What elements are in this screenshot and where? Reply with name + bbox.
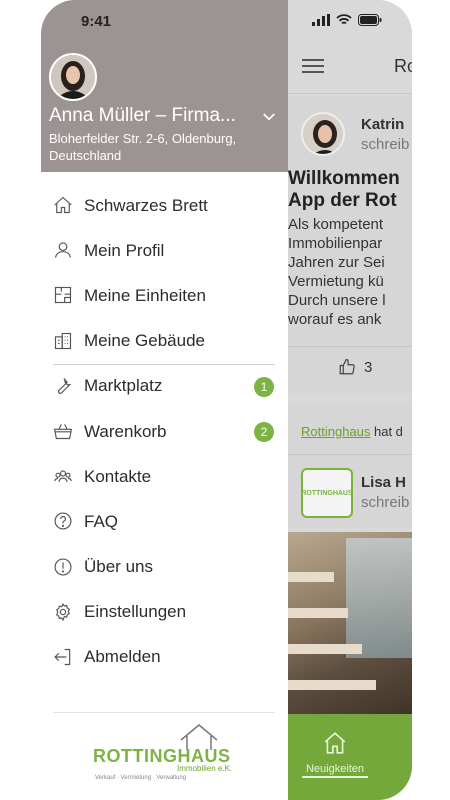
menu-item-mein-profil[interactable]: Mein Profil	[41, 228, 288, 273]
post-title-line: App der Rot	[288, 190, 397, 211]
post-author: Lisa H	[361, 474, 407, 491]
footer-divider	[53, 712, 275, 713]
count-badge: 2	[254, 421, 274, 442]
info-icon	[54, 558, 72, 575]
bottom-tab-bar: Neuigkeiten	[288, 714, 412, 800]
company-logo: ROTTINGHAUS Immobilien e.K. Verkauf · Ve…	[93, 722, 232, 782]
menu-item-label: Über uns	[84, 557, 153, 577]
building-icon	[54, 332, 72, 349]
activity-text: hat d	[370, 424, 403, 439]
logout-icon	[54, 648, 71, 665]
status-icons	[312, 14, 382, 26]
contacts-icon	[54, 470, 72, 483]
activity-note: Rottinghaus hat d	[301, 424, 403, 439]
menu-item-ueber-uns[interactable]: Über uns	[41, 545, 288, 590]
menu-item-faq[interactable]: FAQ	[41, 499, 288, 544]
post-body-line: Immobilienpar	[288, 235, 383, 252]
menu-item-meine-einheiten[interactable]: Meine Einheiten	[41, 273, 288, 318]
post-card[interactable]: Rottinghaus hat d ROTTINGHAUS Lisa H sch…	[288, 402, 412, 528]
post-body-line: Als kompetent	[288, 216, 384, 233]
post-body: Als kompetent Immobilienpar Jahren zur S…	[288, 215, 386, 329]
hamburger-menu-icon[interactable]	[302, 59, 324, 73]
phone-frame: Ro Katrin schreib Willkommen App der Rot…	[41, 0, 412, 800]
post-body-line: Durch unsere l	[288, 292, 386, 309]
tab-label: Neuigkeiten	[305, 763, 365, 775]
post-body-line: Vermietung kü	[288, 273, 384, 290]
drawer-header: 9:41 Anna Müller – Firma... Bloherfelder…	[41, 0, 288, 172]
menu-item-label: Warenkorb	[84, 421, 167, 441]
wifi-icon	[336, 14, 352, 25]
post-author: Katrin	[361, 116, 405, 133]
drawer-menu: Schwarzes Brett Mein Profil Meine Einhei…	[41, 183, 288, 680]
menu-item-label: Meine Gebäude	[84, 331, 205, 351]
like-count: 3	[364, 358, 373, 376]
logo-subtitle: Immobilien e.K.	[177, 764, 233, 773]
question-icon	[54, 512, 72, 530]
activity-link[interactable]: Rottinghaus	[301, 424, 370, 439]
post-body-line: worauf es ank	[288, 311, 382, 328]
count-badge: 1	[254, 376, 274, 397]
post-image	[288, 532, 412, 714]
menu-item-label: FAQ	[84, 511, 119, 531]
menu-item-warenkorb[interactable]: Warenkorb 2	[41, 409, 288, 454]
menu-item-abmelden[interactable]: Abmelden	[41, 635, 288, 680]
menu-item-kontakte[interactable]: Kontakte	[41, 454, 288, 499]
signal-icon	[312, 14, 330, 26]
menu-item-label: Kontakte	[84, 466, 152, 486]
menu-item-einstellungen[interactable]: Einstellungen	[41, 590, 288, 635]
menu-item-label: Einstellungen	[84, 602, 187, 622]
menu-item-label: Mein Profil	[84, 240, 165, 260]
menu-item-label: Schwarzes Brett	[84, 195, 208, 215]
post-title-line: Willkommen	[288, 168, 400, 189]
divider	[288, 454, 412, 455]
user-address: Bloherfelder Str. 2-6, Oldenburg, Deutsc…	[49, 131, 237, 163]
top-bar: Ro	[288, 42, 412, 94]
user-avatar[interactable]	[49, 53, 97, 101]
navigation-drawer: 9:41 Anna Müller – Firma... Bloherfelder…	[41, 0, 288, 800]
company-logo-text: ROTTINGHAUS	[301, 489, 353, 497]
post-title: Willkommen App der Rot	[288, 168, 400, 212]
home-icon	[324, 732, 346, 754]
menu-item-marktplatz[interactable]: Marktplatz 1	[41, 364, 288, 409]
battery-icon	[358, 14, 382, 26]
menu-item-label: Abmelden	[84, 647, 161, 667]
menu-item-label: Meine Einheiten	[84, 285, 206, 305]
thumbs-up-icon	[339, 358, 355, 375]
author-avatar	[301, 112, 345, 156]
home-icon	[54, 196, 72, 214]
post-card[interactable]: Katrin schreib Willkommen App der Rot Al…	[288, 96, 412, 394]
chevron-down-icon[interactable]	[260, 108, 278, 126]
user-icon	[54, 242, 72, 258]
page-title: Ro	[394, 56, 412, 76]
background-app: Ro Katrin schreib Willkommen App der Rot…	[288, 0, 412, 800]
like-button[interactable]: 3	[338, 358, 372, 376]
post-subtitle: schreib	[361, 494, 410, 511]
menu-item-schwarzes-brett[interactable]: Schwarzes Brett	[41, 183, 288, 228]
basket-icon	[53, 424, 73, 440]
tab-indicator	[302, 776, 368, 778]
gear-icon	[56, 602, 70, 621]
post-subtitle: schreib	[361, 136, 410, 153]
menu-item-meine-gebaeude[interactable]: Meine Gebäude	[41, 319, 288, 364]
floorplan-icon	[54, 287, 72, 304]
menu-item-label: Marktplatz	[84, 376, 163, 396]
divider	[288, 346, 412, 347]
wrench-icon	[58, 377, 72, 394]
logo-tagline: Verkauf · Vermietung · Verwaltung	[95, 775, 187, 781]
post-body-line: Jahren zur Sei	[288, 254, 385, 271]
tab-neuigkeiten[interactable]: Neuigkeiten	[300, 730, 370, 775]
status-time: 9:41	[81, 13, 112, 30]
menu-divider	[53, 364, 275, 365]
user-name[interactable]: Anna Müller – Firma...	[49, 105, 236, 127]
company-logo-avatar: ROTTINGHAUS	[301, 468, 353, 518]
